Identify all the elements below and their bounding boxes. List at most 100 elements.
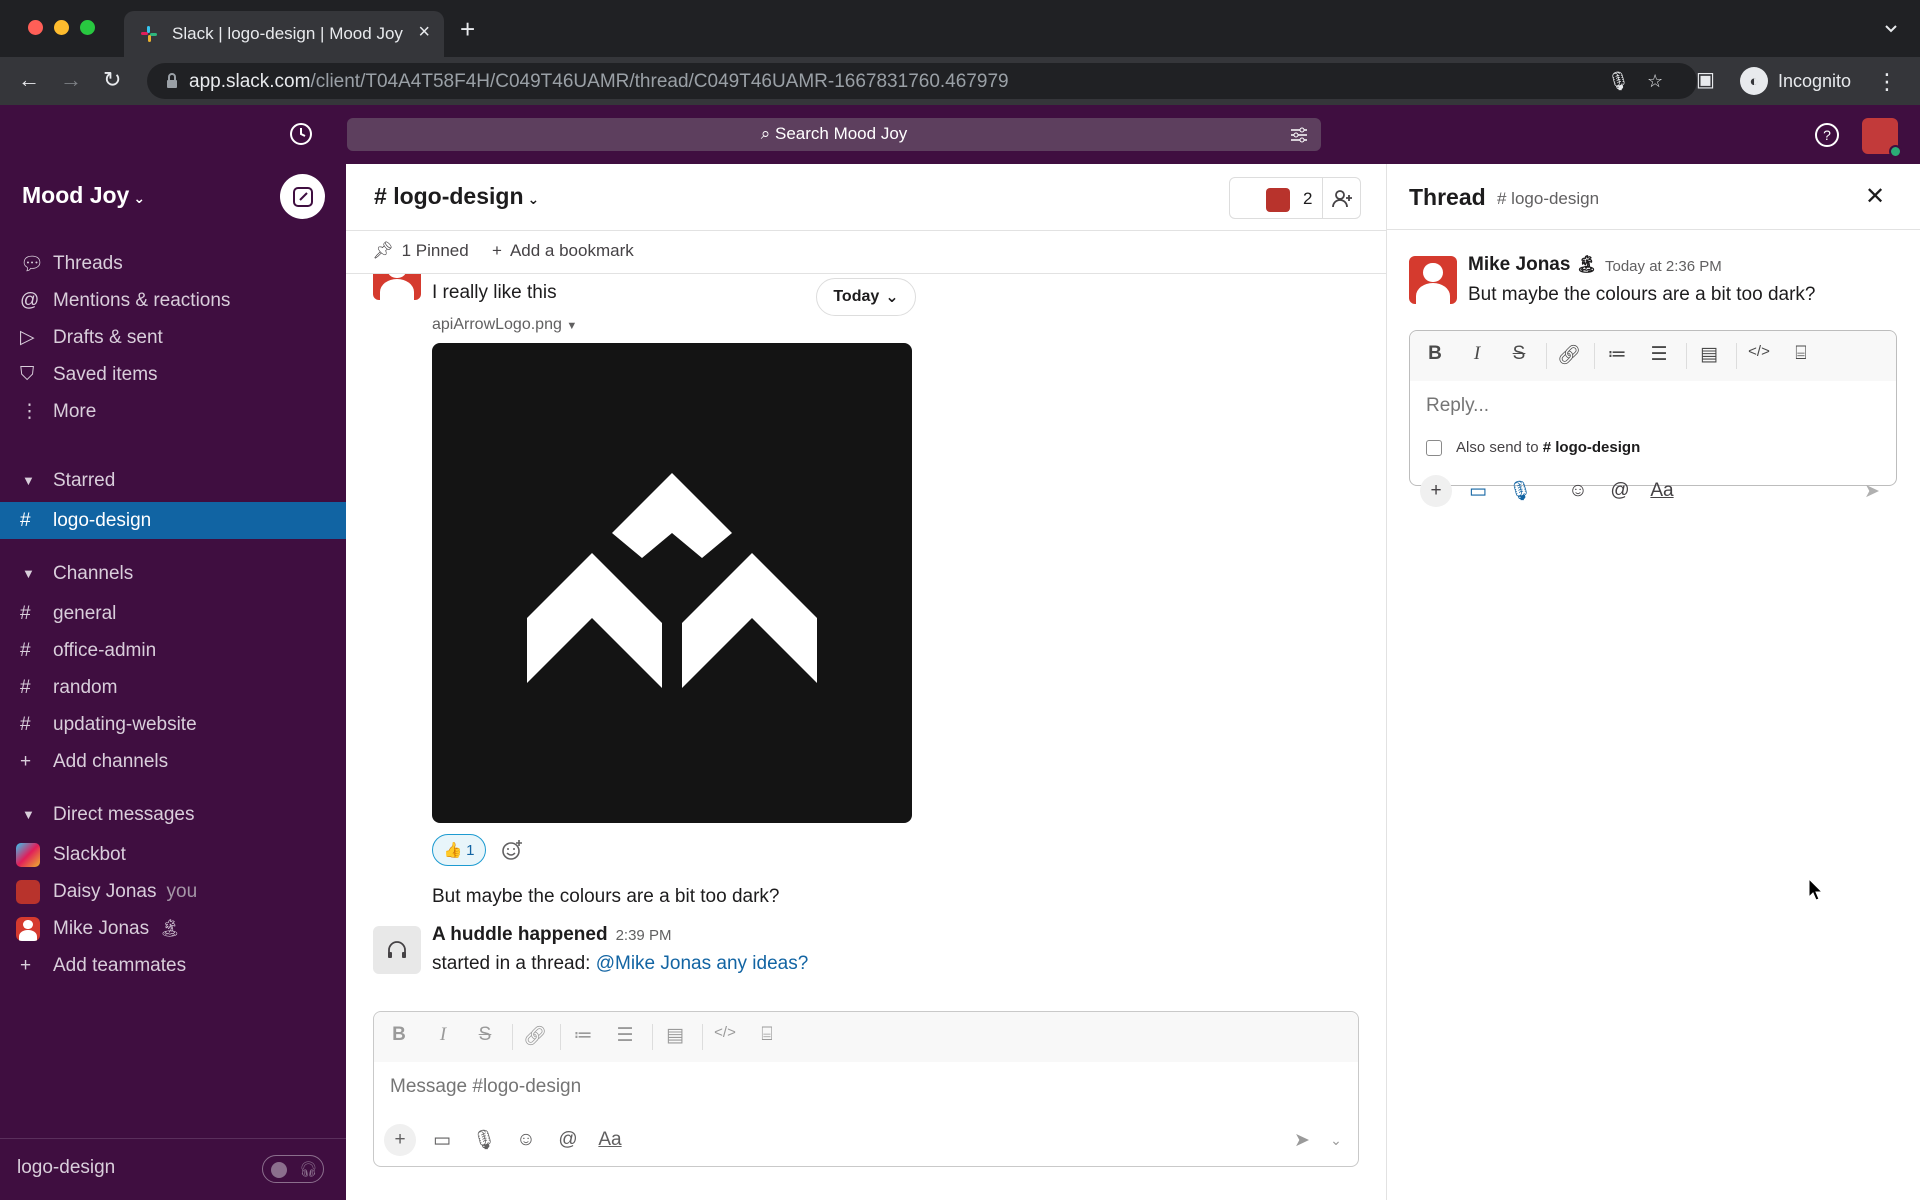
text-format-icon[interactable]: Aa — [594, 1124, 626, 1156]
send-options-chevron-icon[interactable]: ⌄ — [1320, 1124, 1352, 1156]
text-format-icon[interactable]: Aa — [1646, 475, 1678, 507]
bulleted-list-icon[interactable]: ☰ — [1646, 343, 1672, 366]
bold-icon[interactable]: B — [386, 1024, 412, 1046]
add-bookmark-button[interactable]: + Add a bookmark — [492, 241, 634, 261]
also-send-to-channel[interactable]: Also send to # logo-design — [1426, 439, 1640, 456]
attach-plus-icon[interactable]: + — [384, 1124, 416, 1156]
hash-icon: # — [20, 509, 31, 531]
also-send-checkbox[interactable] — [1426, 439, 1442, 456]
mike-avatar[interactable] — [373, 274, 421, 300]
code-icon[interactable]: </> — [1746, 343, 1772, 360]
tab-close-icon[interactable]: × — [418, 21, 430, 44]
blockquote-icon[interactable]: ▤ — [662, 1024, 688, 1047]
pinned-button[interactable]: 📌︎ 1 Pinned — [372, 241, 469, 261]
dm-mike-jonas[interactable]: Mike Jonas 🏝 — [0, 910, 346, 947]
section-starred[interactable]: ▼ Starred — [0, 462, 346, 499]
message-author[interactable]: Mike Jonas 🏝 — [1468, 254, 1597, 276]
strikethrough-icon[interactable]: S — [472, 1024, 498, 1046]
reply-input[interactable] — [1426, 395, 1866, 417]
sidebar-channel-office-admin[interactable]: # office-admin — [0, 632, 346, 669]
window-minimize-button[interactable] — [54, 20, 69, 35]
message-input[interactable] — [390, 1076, 1290, 1098]
new-tab-button[interactable]: + — [460, 16, 475, 42]
sidebar-item-more[interactable]: ⋮ More — [0, 393, 346, 430]
mike-avatar[interactable] — [1409, 256, 1457, 304]
video-clip-icon[interactable]: ▭ — [1462, 475, 1494, 507]
sidebar-channel-general[interactable]: # general — [0, 595, 346, 632]
user-avatar[interactable] — [1862, 118, 1902, 158]
sidebar-channel-logo-design[interactable]: # logo-design — [0, 502, 346, 539]
bold-icon[interactable]: B — [1422, 343, 1448, 365]
huddle-toggle[interactable]: 🎧︎ — [262, 1155, 324, 1183]
blockquote-icon[interactable]: ▤ — [1696, 343, 1722, 366]
sidebar-item-mentions[interactable]: @ Mentions & reactions — [0, 282, 346, 319]
add-reaction-icon[interactable] — [496, 834, 528, 866]
add-member-icon[interactable] — [1330, 187, 1354, 211]
sidebar-item-threads[interactable]: 💬︎ Threads — [0, 245, 346, 282]
video-clip-icon[interactable]: ▭ — [426, 1124, 458, 1156]
emoji-icon[interactable]: ☺ — [1562, 475, 1594, 507]
search-filter-icon[interactable] — [1289, 125, 1309, 145]
section-channels[interactable]: ▼ Channels — [0, 555, 346, 592]
star-icon[interactable]: ☆ — [1647, 71, 1663, 92]
mention-icon[interactable]: @ — [1604, 475, 1636, 507]
members-button[interactable]: 2 — [1229, 177, 1361, 219]
italic-icon[interactable]: I — [430, 1024, 456, 1046]
window-maximize-button[interactable] — [80, 20, 95, 35]
section-direct-messages[interactable]: ▼ Direct messages — [0, 796, 346, 833]
huddle-thread-link[interactable]: @Mike Jonas any ideas? — [596, 953, 809, 974]
forward-arrow-icon[interactable]: → — [60, 67, 82, 93]
channel-name-button[interactable]: # logo-design ⌄ — [374, 183, 539, 210]
close-icon[interactable]: ✕ — [1865, 182, 1885, 211]
emoji-icon[interactable]: ☺ — [510, 1124, 542, 1156]
add-teammates-button[interactable]: + Add teammates — [0, 947, 346, 984]
address-bar[interactable]: app.slack.com/client/T04A4T58F4H/C049T46… — [147, 63, 1697, 99]
search-bar[interactable]: ⌕ Search Mood Joy — [347, 118, 1321, 151]
strikethrough-icon[interactable]: S — [1506, 343, 1532, 365]
workspace-name[interactable]: Mood Joy ⌄ — [22, 182, 145, 209]
send-icon[interactable]: ➤ — [1856, 475, 1888, 507]
sidebar-item-saved[interactable]: ⛉ Saved items — [0, 356, 346, 393]
ordered-list-icon[interactable]: ≔ — [1604, 343, 1630, 366]
thumbs-up-reaction[interactable]: 👍 1 — [432, 834, 486, 866]
mic-blocked-icon[interactable]: 🎙 — [1607, 71, 1630, 92]
mention-icon[interactable]: @ — [552, 1124, 584, 1156]
divider — [1322, 178, 1323, 218]
logo-image[interactable] — [432, 343, 912, 823]
attach-plus-icon[interactable]: + — [1420, 475, 1452, 507]
hash-icon: # — [20, 713, 31, 735]
message-timestamp[interactable]: Today at 2:36 PM — [1605, 258, 1722, 275]
code-block-icon[interactable]: ⌸ — [754, 1024, 780, 1046]
date-divider-button[interactable]: Today ⌄ — [816, 278, 916, 316]
italic-icon[interactable]: I — [1464, 343, 1490, 365]
microphone-icon[interactable]: 🎙︎ — [468, 1124, 500, 1156]
compose-button[interactable] — [280, 174, 325, 219]
browser-tab[interactable]: Slack | logo-design | Mood Joy × — [124, 11, 444, 57]
tab-search-chevron-icon[interactable] — [1884, 22, 1898, 36]
side-panel-icon[interactable]: ▣ — [1696, 67, 1715, 92]
dm-daisy-jonas[interactable]: Daisy Jonas you — [0, 873, 346, 910]
link-icon[interactable]: 🔗︎ — [1556, 343, 1582, 367]
reload-icon[interactable]: ↻ — [103, 67, 121, 93]
help-icon[interactable]: ? — [1814, 122, 1840, 148]
sidebar-item-drafts[interactable]: ▷ Drafts & sent — [0, 319, 346, 356]
format-toolbar: B I S 🔗︎ ≔ ☰ ▤ </> ⌸ — [374, 1012, 1358, 1062]
code-icon[interactable]: </> — [712, 1024, 738, 1041]
browser-menu-icon[interactable]: ⋮ — [1876, 69, 1898, 95]
sidebar-channel-random[interactable]: # random — [0, 669, 346, 706]
send-icon[interactable]: ➤ — [1286, 1124, 1318, 1156]
window-close-button[interactable] — [28, 20, 43, 35]
sidebar-channel-updating-website[interactable]: # updating-website — [0, 706, 346, 743]
history-icon[interactable] — [288, 121, 314, 147]
microphone-icon[interactable]: 🎙︎ — [1504, 475, 1536, 507]
bulleted-list-icon[interactable]: ☰ — [612, 1024, 638, 1047]
thread-channel-link[interactable]: # logo-design — [1497, 189, 1599, 209]
back-arrow-icon[interactable]: ← — [18, 67, 40, 93]
dm-slackbot[interactable]: Slackbot — [0, 836, 346, 873]
code-block-icon[interactable]: ⌸ — [1788, 343, 1814, 365]
add-channels-button[interactable]: + Add channels — [0, 743, 346, 780]
ordered-list-icon[interactable]: ≔ — [570, 1024, 596, 1047]
incognito-indicator[interactable]: ◐ Incognito — [1740, 63, 1851, 99]
link-icon[interactable]: 🔗︎ — [522, 1024, 548, 1048]
file-name[interactable]: apiArrowLogo.png ▼ — [432, 316, 577, 334]
